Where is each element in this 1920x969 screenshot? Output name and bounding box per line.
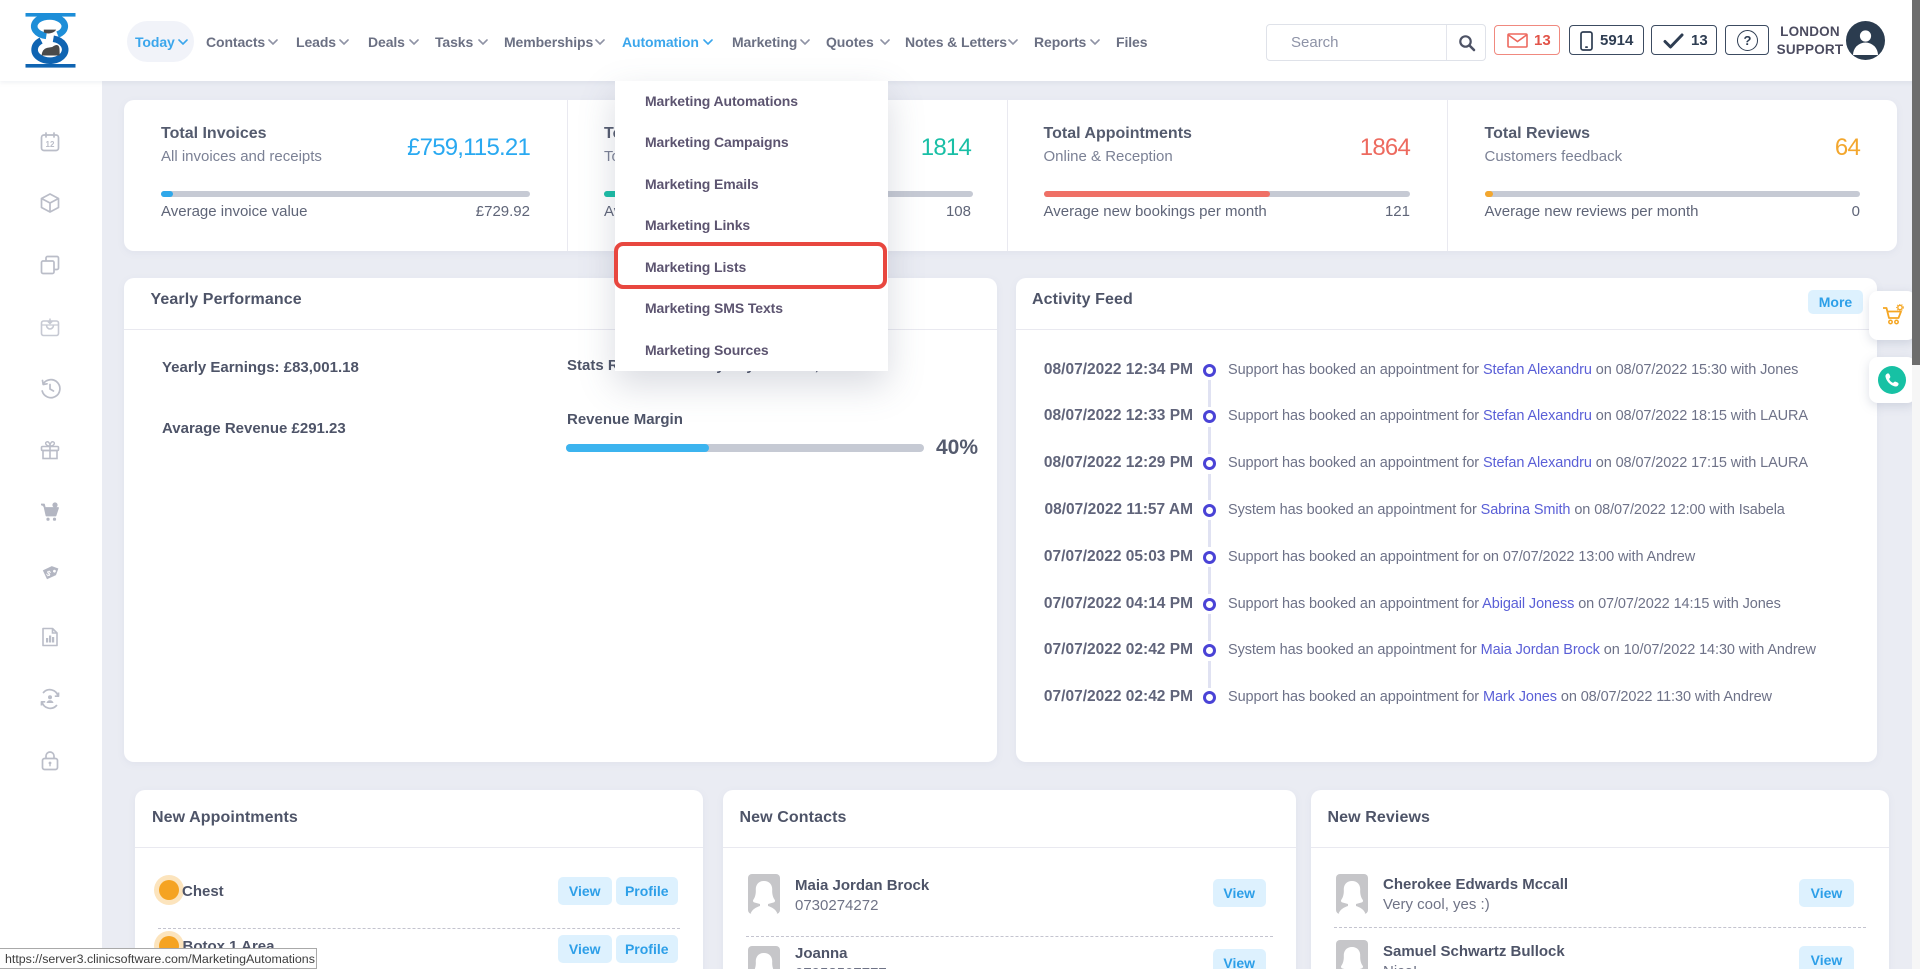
- svg-text:12: 12: [46, 140, 55, 149]
